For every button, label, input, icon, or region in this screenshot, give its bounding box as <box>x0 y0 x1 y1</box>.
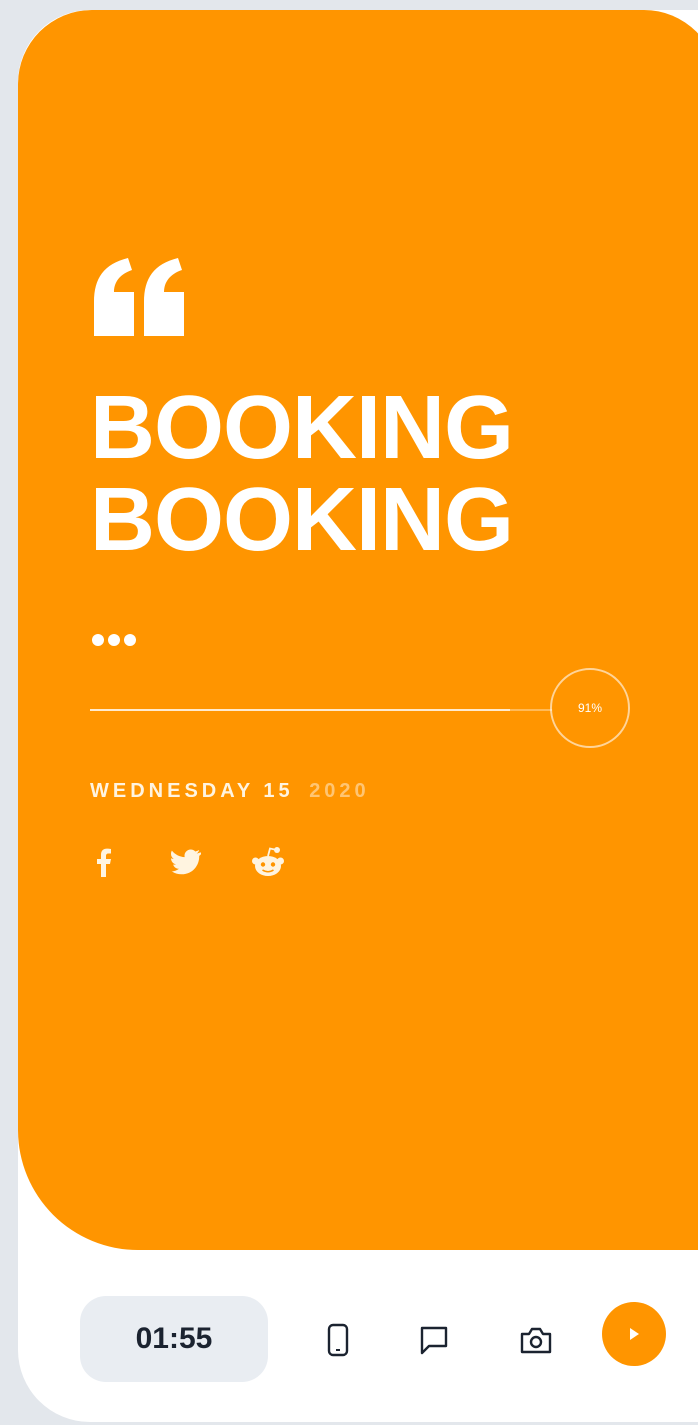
dot <box>108 634 120 646</box>
play-icon <box>630 1328 639 1340</box>
progress-fill <box>90 709 511 711</box>
twitter-icon[interactable] <box>164 844 208 880</box>
phone-icon[interactable] <box>318 1320 358 1360</box>
quote-icon <box>94 258 184 336</box>
chat-icon[interactable] <box>414 1320 454 1360</box>
date-line: WEDNESDAY 15 2020 <box>90 780 370 803</box>
progress-label: 91% <box>577 701 603 715</box>
facebook-icon[interactable] <box>82 844 126 880</box>
phone-frame: BOOKING BOOKING 91% WEDNESDAY 15 2020 01… <box>18 10 698 1422</box>
progress-circle: 91% <box>550 668 630 748</box>
booking-card: BOOKING BOOKING 91% WEDNESDAY 15 2020 <box>18 10 698 1250</box>
camera-icon[interactable] <box>516 1320 556 1360</box>
dot <box>124 634 136 646</box>
progress-track <box>90 709 552 711</box>
ellipsis-icon[interactable] <box>92 634 136 646</box>
date-year: 2020 <box>309 780 370 802</box>
headline: BOOKING BOOKING <box>90 378 514 570</box>
headline-line-2: BOOKING <box>90 470 514 570</box>
reddit-icon[interactable] <box>246 844 290 880</box>
bottom-bar: 01:55 <box>18 1250 698 1422</box>
headline-line-1: BOOKING <box>90 378 514 478</box>
date-label: WEDNESDAY 15 <box>90 780 294 802</box>
dot <box>92 634 104 646</box>
social-links <box>82 844 290 880</box>
play-button[interactable] <box>602 1302 666 1366</box>
timer: 01:55 <box>80 1296 268 1382</box>
